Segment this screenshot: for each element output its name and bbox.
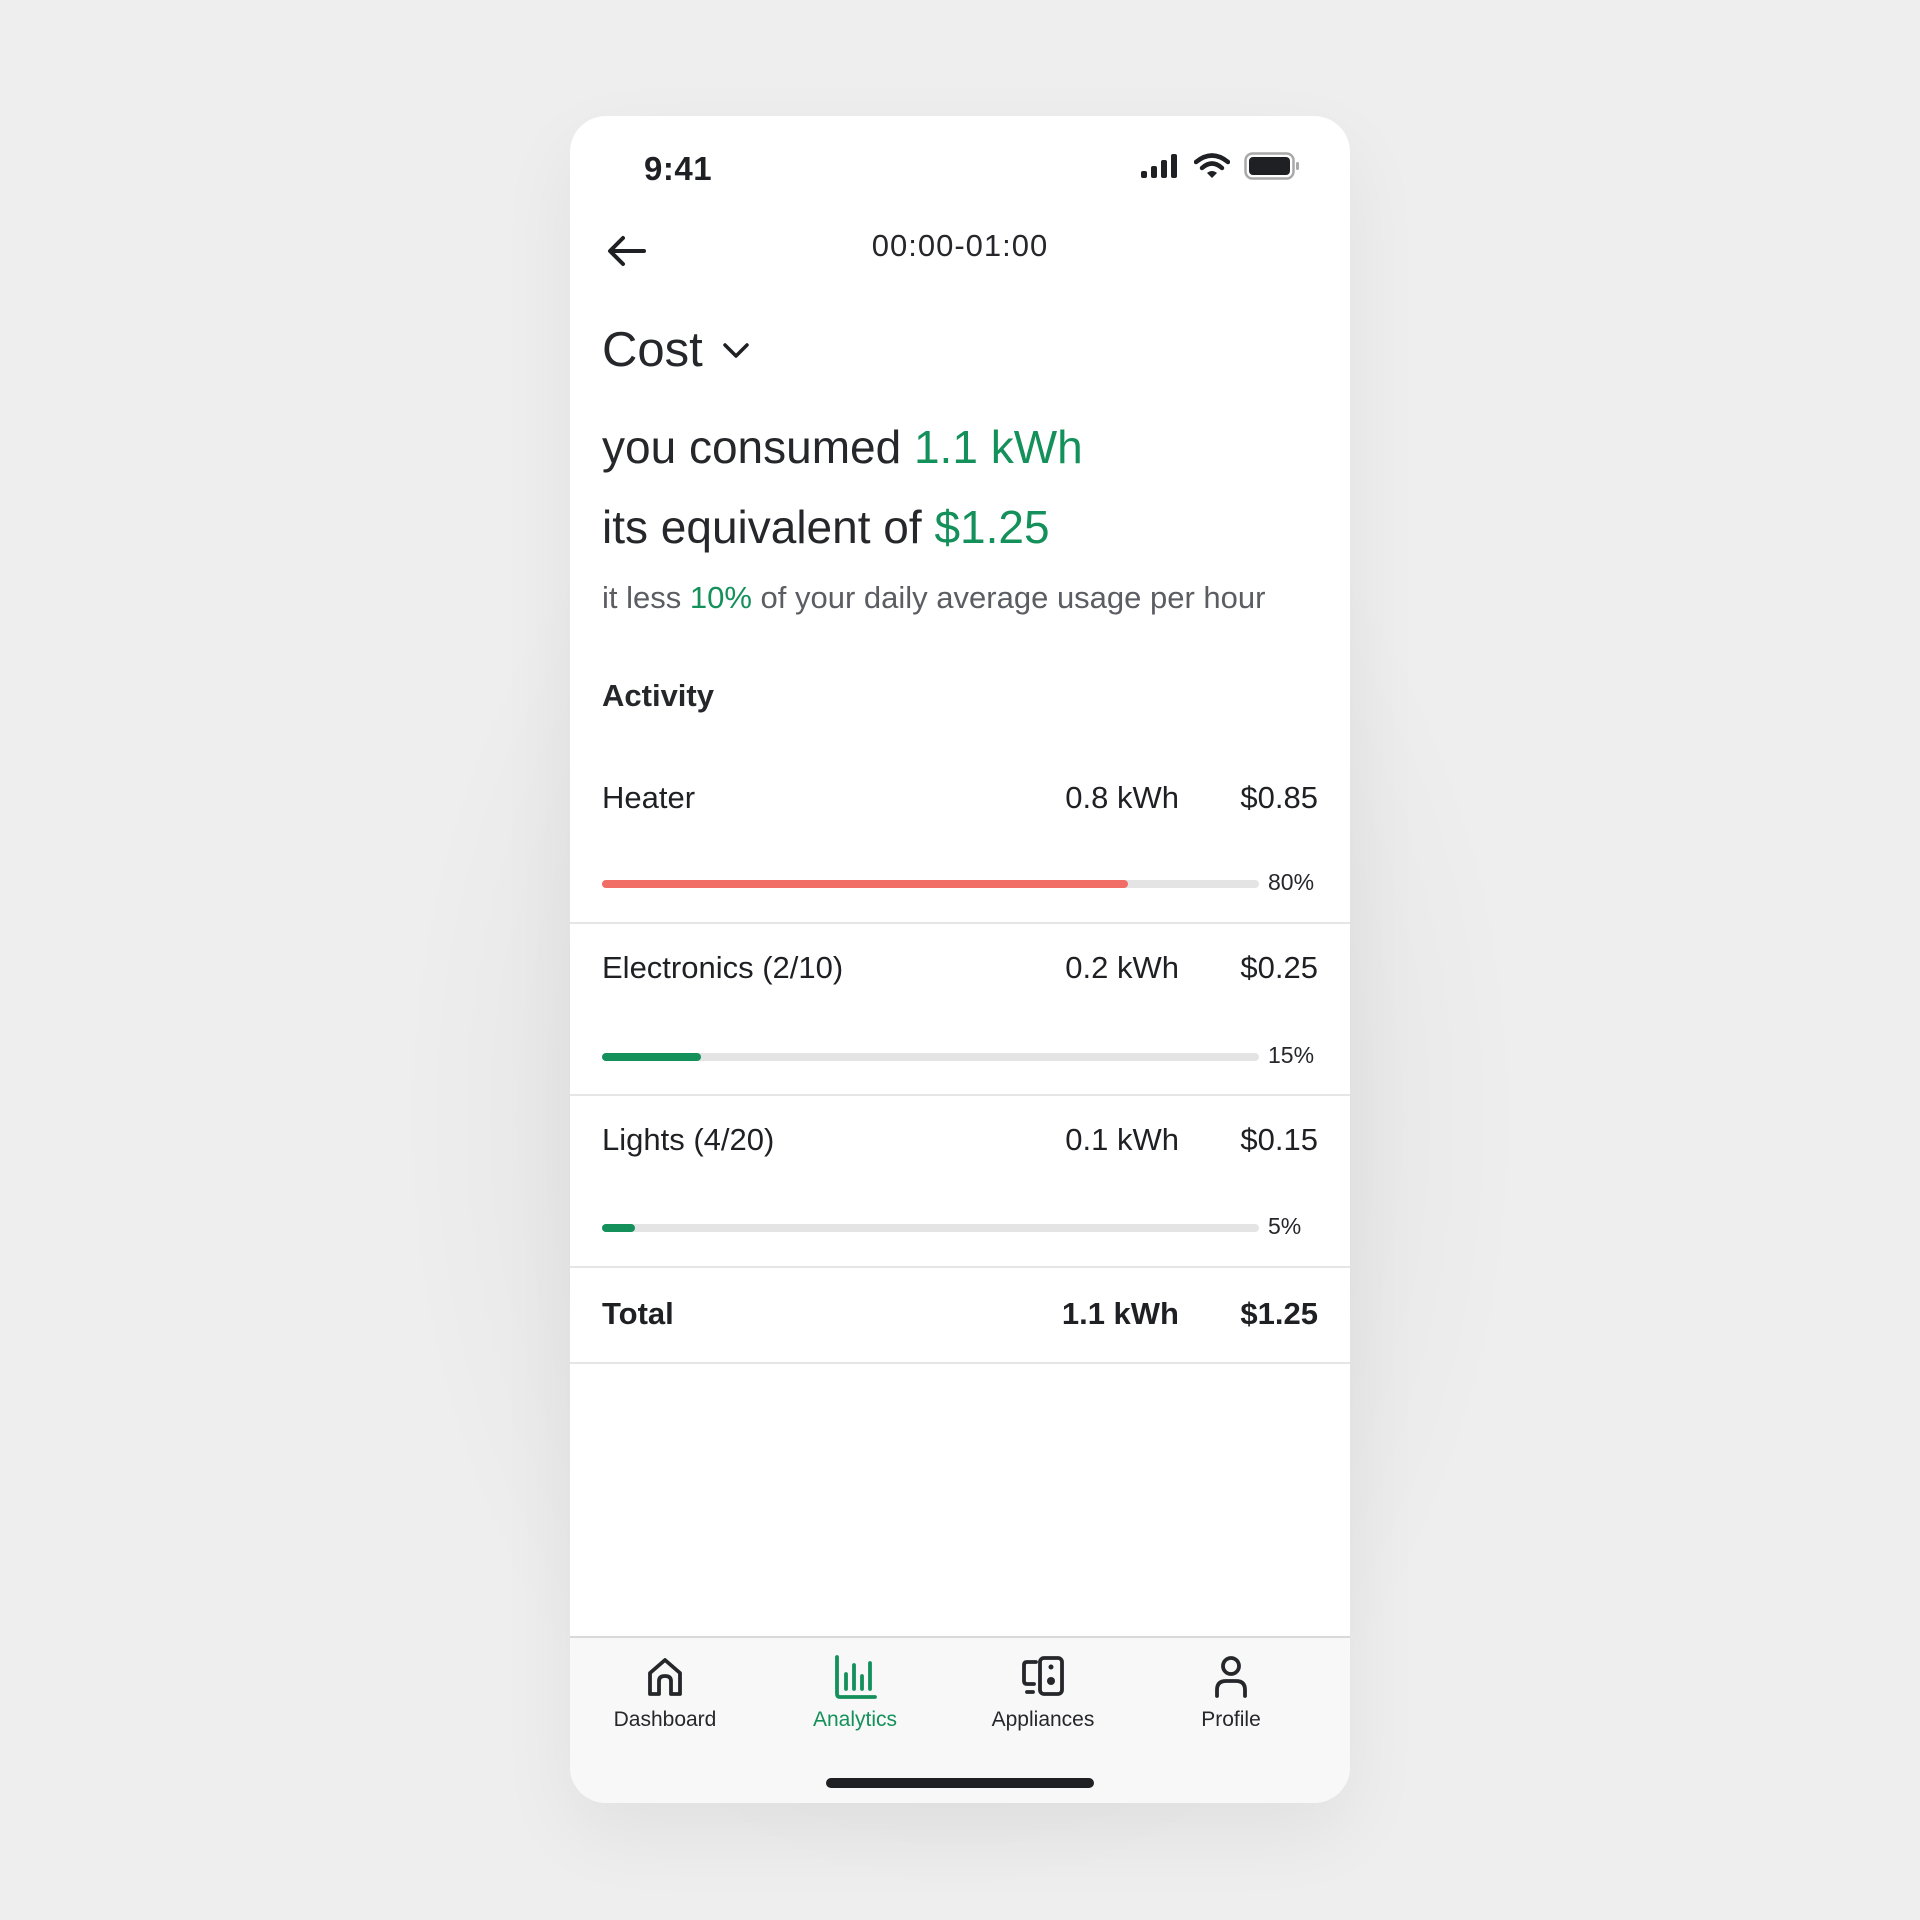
metric-dropdown-label: Cost xyxy=(602,323,703,377)
phone-screen: 9:41 00:00-01:00 Cost you consumed 1.1 k… xyxy=(570,116,1350,1803)
total-label: Total xyxy=(602,1296,674,1331)
page-title: 00:00-01:00 xyxy=(871,228,1049,263)
chevron-down-icon xyxy=(723,343,749,358)
activity-percent: 15% xyxy=(1268,1042,1315,1068)
activity-row-electronics[interactable]: Electronics (2/10) 0.2 kWh $0.25 15% xyxy=(570,924,1350,1096)
home-indicator[interactable] xyxy=(826,1778,1094,1788)
activity-percent: 5% xyxy=(1268,1213,1302,1239)
activity-label: Heater xyxy=(602,780,696,815)
status-time: 9:41 xyxy=(644,150,713,187)
comparison-value: 10% xyxy=(689,580,752,615)
battery-icon xyxy=(1244,152,1299,180)
comparison-suffix: of your daily average usage per hour xyxy=(760,580,1266,615)
activity-kwh: 0.2 kWh xyxy=(1065,950,1179,985)
nav-label: Dashboard xyxy=(613,1708,717,1731)
wifi-icon xyxy=(1194,153,1230,178)
activity-percent: 80% xyxy=(1268,869,1315,895)
consumed-prefix: you consumed xyxy=(602,421,902,473)
comparison-summary: it less 10% of your daily average usage … xyxy=(602,580,1265,616)
bottom-nav: Dashboard Analytics Appliances Profile xyxy=(570,1636,1350,1803)
activity-kwh: 0.8 kWh xyxy=(1065,780,1179,815)
activity-label: Electronics (2/10) xyxy=(602,950,844,985)
progress-track xyxy=(602,880,1259,888)
nav-label: Profile xyxy=(1201,1708,1261,1731)
nav-item-dashboard[interactable]: Dashboard xyxy=(570,1654,760,1732)
nav-item-profile[interactable]: Profile xyxy=(1136,1654,1326,1732)
activity-kwh: 0.1 kWh xyxy=(1065,1122,1179,1157)
equivalent-value: $1.25 xyxy=(934,501,1050,553)
cellular-signal-icon xyxy=(1141,154,1177,178)
activity-cost: $0.25 xyxy=(1240,950,1318,985)
bar-chart-icon xyxy=(835,1655,877,1699)
activity-cost: $0.15 xyxy=(1240,1122,1318,1157)
cost-summary: its equivalent of $1.25 xyxy=(602,500,1050,554)
comparison-prefix: it less xyxy=(602,580,682,615)
activity-cost: $0.85 xyxy=(1240,780,1318,815)
activity-total-row: Total 1.1 kWh $1.25 xyxy=(570,1268,1350,1364)
consumed-value: 1.1 kWh xyxy=(913,421,1083,473)
activity-label: Lights (4/20) xyxy=(602,1122,775,1157)
devices-icon xyxy=(1022,1656,1064,1696)
activity-row-heater[interactable]: Heater 0.8 kWh $0.85 80% xyxy=(570,756,1350,924)
activity-heading: Activity xyxy=(602,678,714,713)
progress-fill xyxy=(602,1053,701,1061)
progress-track xyxy=(602,1224,1259,1232)
total-kwh: 1.1 kWh xyxy=(1061,1296,1179,1331)
home-icon xyxy=(648,1658,682,1696)
progress-fill xyxy=(602,1224,635,1232)
consumption-summary: you consumed 1.1 kWh xyxy=(602,420,1083,474)
progress-track xyxy=(602,1053,1259,1061)
nav-label: Analytics xyxy=(812,1708,898,1731)
total-cost: $1.25 xyxy=(1240,1296,1318,1331)
equivalent-prefix: its equivalent of xyxy=(602,501,922,553)
nav-item-appliances[interactable]: Appliances xyxy=(948,1654,1138,1732)
metric-dropdown[interactable]: Cost xyxy=(602,322,751,378)
nav-item-analytics[interactable]: Analytics xyxy=(760,1654,950,1732)
user-icon xyxy=(1215,1656,1247,1698)
nav-label: Appliances xyxy=(991,1708,1095,1731)
progress-fill xyxy=(602,880,1128,888)
activity-row-lights[interactable]: Lights (4/20) 0.1 kWh $0.15 5% xyxy=(570,1096,1350,1268)
status-icons xyxy=(1140,152,1300,180)
